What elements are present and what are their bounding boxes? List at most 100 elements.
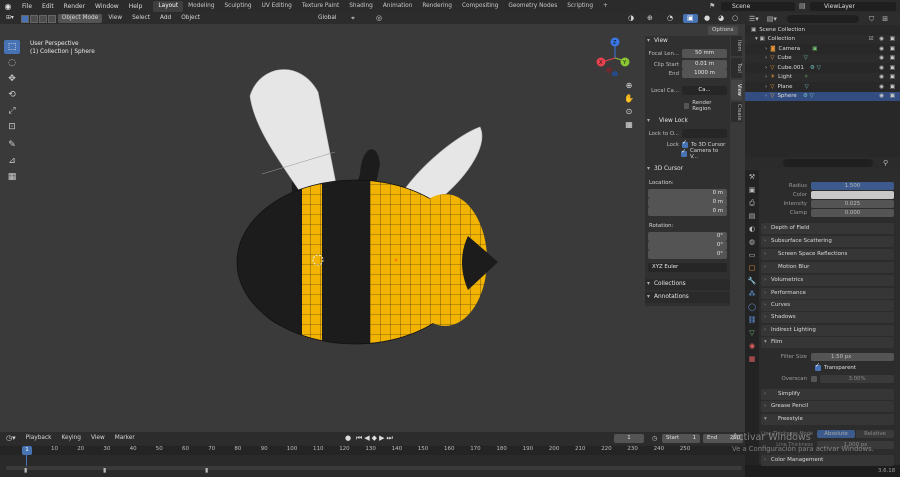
select-extend-icon[interactable] (29, 14, 38, 23)
range-end-handle-icon[interactable]: ▮ (205, 467, 208, 474)
clamp-field[interactable]: 0.000 (811, 208, 894, 217)
sidebar-tab-item[interactable]: Item (731, 36, 742, 56)
depth-of-field-panel[interactable]: Depth of Field (761, 223, 894, 234)
navigation-gizmo[interactable]: Z Y X (595, 36, 635, 76)
material-props-icon[interactable]: ◉ (747, 341, 757, 351)
frame-ruler[interactable]: 10 20 30 40 50 60 70 80 90 100 110 120 130 140 150 160 1… (0, 446, 745, 455)
annotations-header[interactable]: Annotations (645, 292, 730, 303)
cursor-loc-y-field[interactable]: 0 m (648, 198, 727, 207)
workspace-tab-uv-editing[interactable]: UV Editing (257, 1, 297, 12)
snap-icon[interactable]: ⌖ (347, 14, 359, 23)
outliner-row-sphere[interactable]: › ▽ Sphere ⚙ ▽ ◉ ▣ (745, 91, 900, 101)
object-mode-dropdown[interactable]: Object Mode (57, 14, 103, 23)
current-frame-field[interactable]: 1 (614, 434, 644, 443)
annotate-tool-icon[interactable]: ✎ (4, 138, 20, 152)
overlay-toggle-icon[interactable]: ◔ (663, 14, 677, 23)
view-section-header[interactable]: View (645, 36, 730, 47)
filter-icon[interactable]: ⛉ (869, 15, 874, 24)
gizmo-neg-z-icon[interactable] (612, 71, 618, 76)
workspace-tab-scripting[interactable]: Scripting (562, 1, 598, 12)
workspace-tab-layout[interactable]: Layout (153, 1, 184, 12)
constraints-props-icon[interactable]: ⛓ (747, 315, 757, 325)
outliner-row-plane[interactable]: › ▽ Plane ▽ ◉ ▣ (745, 82, 900, 92)
select-new-icon[interactable] (20, 14, 29, 23)
new-collection-icon[interactable]: ⊞ (882, 15, 888, 23)
workspace-tab-shading[interactable]: Shading (344, 1, 378, 12)
sidebar-tab-view[interactable]: View (731, 80, 742, 100)
outliner-row-light[interactable]: › ☀ Light ✧ ◉ ▣ (745, 72, 900, 82)
display-mode-icon[interactable]: ▤▾ (767, 15, 777, 23)
properties-search-input[interactable] (783, 159, 873, 167)
object-props-icon[interactable]: ▢ (747, 263, 757, 273)
blender-logo-icon[interactable]: ◉ (3, 2, 13, 12)
workspace-tab-texture-paint[interactable]: Texture Paint (297, 1, 344, 12)
record-icon[interactable]: ● (345, 434, 351, 442)
perspective-toggle-icon[interactable]: ▦ (624, 120, 634, 130)
light-visibility-icons[interactable]: ◉ ▣ (879, 74, 897, 80)
viewport-menu-select[interactable]: Select (128, 14, 154, 23)
add-cube-tool-icon[interactable]: ▦ (4, 170, 20, 184)
sphere-visibility-icons[interactable]: ◉ ▣ (879, 93, 897, 99)
menu-help[interactable]: Help (124, 3, 148, 10)
viewport-menu-object[interactable]: Object (177, 14, 204, 23)
output-props-icon[interactable]: ⎙ (747, 198, 757, 208)
clip-start-field[interactable]: 0.01 m (682, 60, 727, 69)
workspace-tab-compositing[interactable]: Compositing (457, 1, 503, 12)
zoom-icon[interactable]: ⊕ (624, 81, 634, 91)
rotation-mode-dropdown[interactable]: XYZ Euler (648, 263, 727, 272)
sidebar-tab-tool[interactable]: Tool (731, 58, 742, 78)
collection-visibility-icons[interactable]: ☑ ◉ ▣ (869, 36, 897, 42)
transform-tool-icon[interactable]: ⊡ (4, 120, 20, 134)
shading-rendered-icon[interactable]: ○ (728, 14, 742, 23)
cursor-rot-y-field[interactable]: 0° (648, 241, 727, 250)
timeline-menu-playback[interactable]: Playback (22, 434, 56, 443)
cube-001-visibility-icons[interactable]: ◉ ▣ (879, 65, 897, 71)
cursor-rot-x-field[interactable]: 0° (648, 232, 727, 241)
workspace-tab-modeling[interactable]: Modeling (183, 1, 219, 12)
collection-props-icon[interactable]: ▭ (747, 250, 757, 260)
rotate-tool-icon[interactable]: ⟲ (4, 88, 20, 102)
expand-arrow-icon[interactable]: › (765, 46, 767, 52)
playback-controls-icon[interactable]: ⏮◀◆▶⏭ (356, 434, 395, 443)
performance-panel[interactable]: Performance (761, 288, 894, 299)
bloom-color-field[interactable] (811, 190, 894, 199)
frame-start-field[interactable]: Start 1 (662, 434, 700, 443)
outliner-editor-icon[interactable]: ☰▾ (749, 15, 759, 23)
color-management-panel[interactable]: Color Management (761, 455, 894, 466)
options-dropdown[interactable]: Options (708, 26, 738, 35)
workspace-tab-sculpting[interactable]: Sculpting (220, 1, 257, 12)
screen-space-reflections-panel[interactable]: Screen Space Reflections (761, 249, 894, 260)
timeline-scrollbar[interactable] (6, 466, 742, 470)
outliner-row-camera[interactable]: › ◙ Camera ▣ ◉ ▣ (745, 44, 900, 54)
intensity-field[interactable]: 0.025 (811, 199, 894, 208)
preview-range-icon[interactable]: ◷ (652, 435, 657, 442)
focal-length-field[interactable]: 50 mm (682, 49, 727, 58)
data-props-icon[interactable]: ▽ (747, 328, 757, 338)
scale-tool-icon[interactable]: ⤢ (4, 104, 20, 118)
lock-object-field[interactable] (682, 129, 727, 138)
outliner-search-input[interactable] (786, 15, 859, 23)
cube-visibility-icons[interactable]: ◉ ▣ (879, 55, 897, 61)
menu-edit[interactable]: Edit (37, 3, 59, 10)
timeline-menu-marker[interactable]: Marker (111, 434, 139, 443)
volumetrics-panel[interactable]: Volumetrics (761, 275, 894, 286)
motion-blur-panel[interactable]: Motion Blur (761, 262, 894, 273)
modifier-props-icon[interactable]: 🔧 (747, 276, 757, 286)
ao-radius-field[interactable]: 1.500 (811, 181, 894, 190)
outliner-row-collection[interactable]: ▾ ▣ Collection ☑ ◉ ▣ (745, 34, 900, 44)
proportional-editing-icon[interactable]: ◎ (372, 14, 386, 23)
move-tool-icon[interactable]: ✥ (4, 72, 20, 86)
render-props-icon[interactable]: ▣ (747, 185, 757, 195)
render-region-checkbox[interactable] (684, 102, 690, 109)
collections-header[interactable]: Collections (645, 279, 730, 290)
cursor-tool-icon[interactable]: ◌ (4, 56, 20, 70)
film-panel[interactable]: Film (761, 337, 894, 348)
workspace-tab-animation[interactable]: Animation (378, 1, 418, 12)
world-props-icon[interactable]: ◍ (747, 237, 757, 247)
absolute-toggle[interactable]: Absolute (817, 429, 855, 438)
texture-props-icon[interactable]: ▦ (747, 354, 757, 364)
physics-props-icon[interactable]: ◯ (747, 302, 757, 312)
gizmo-toggle-icon[interactable]: ⊕ (643, 14, 657, 23)
view-layer-icon[interactable]: ▤ (799, 2, 806, 10)
tool-props-icon[interactable]: ⚒ (747, 172, 757, 182)
